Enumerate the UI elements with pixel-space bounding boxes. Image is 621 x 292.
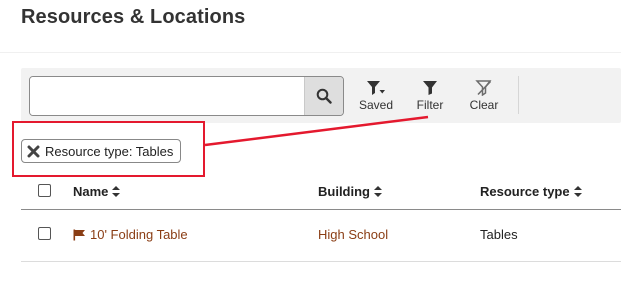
select-all-checkbox[interactable]: [38, 184, 51, 197]
column-header-resource-type[interactable]: Resource type: [480, 184, 582, 199]
filter-icon: [423, 81, 437, 95]
flag-icon: [73, 229, 85, 240]
clear-label: Clear: [469, 98, 499, 112]
sort-icon: [374, 186, 382, 197]
filter-button[interactable]: Filter: [408, 80, 452, 112]
row-checkbox[interactable]: [38, 227, 51, 240]
filter-label: Filter: [416, 98, 444, 112]
resource-name: 10' Folding Table: [90, 227, 188, 242]
search-toolbar: Saved Filter Clear: [21, 68, 621, 123]
saved-label: Saved: [358, 98, 394, 112]
column-header-resource-type-label: Resource type: [480, 184, 570, 199]
sort-icon: [573, 186, 582, 197]
search-icon: [316, 88, 332, 104]
clear-button[interactable]: Clear: [462, 80, 506, 112]
page-title: Resources & Locations: [21, 6, 246, 28]
building-name: High School: [318, 227, 389, 242]
clear-filter-icon: [475, 80, 492, 96]
search-input[interactable]: [30, 77, 304, 115]
active-filter-label: Resource type: Tables: [45, 143, 174, 159]
table-header-row: Name Building Resource type: [21, 176, 621, 210]
sort-icon: [112, 186, 121, 197]
table-row: 10' Folding Table High School Tables: [21, 210, 621, 262]
toolbar-divider: [518, 76, 519, 114]
search-box: [29, 76, 344, 116]
building-link[interactable]: High School: [318, 227, 388, 242]
saved-filter-icon: [367, 81, 385, 95]
column-header-name[interactable]: Name: [73, 184, 121, 199]
title-divider: [0, 52, 621, 53]
resource-name-link[interactable]: 10' Folding Table: [73, 227, 188, 242]
column-header-building[interactable]: Building: [318, 184, 382, 199]
active-filter-chip: Resource type: Tables: [21, 139, 182, 163]
column-header-building-label: Building: [318, 184, 370, 199]
saved-button[interactable]: Saved: [354, 80, 398, 112]
resource-type-cell: Tables: [480, 227, 518, 242]
remove-filter-button[interactable]: [27, 145, 40, 158]
search-button[interactable]: [304, 77, 343, 115]
close-icon: [27, 145, 40, 157]
column-header-name-label: Name: [73, 184, 109, 199]
